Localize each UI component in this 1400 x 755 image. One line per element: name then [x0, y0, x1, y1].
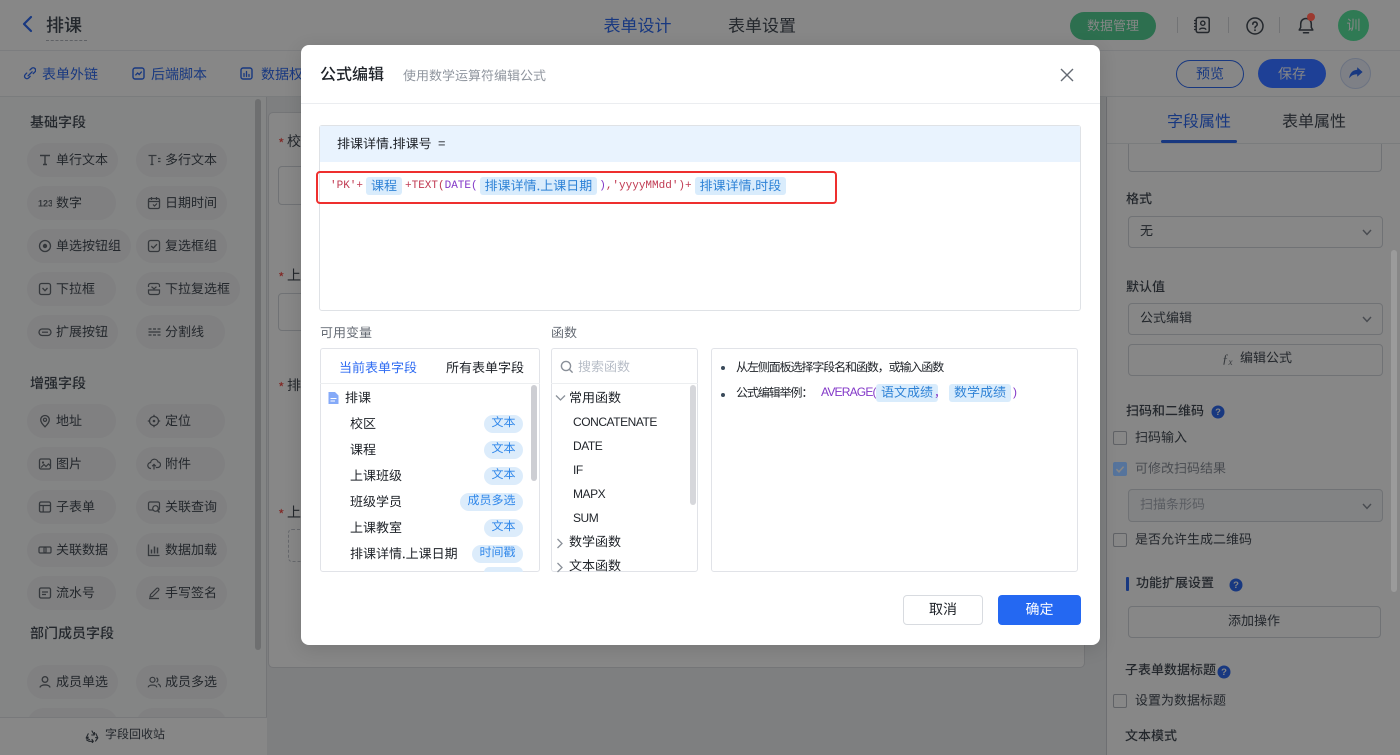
svg-text:?: ? — [1233, 580, 1239, 591]
svg-text:123: 123 — [38, 199, 52, 209]
svg-text:?: ? — [1215, 407, 1221, 418]
svg-text:?: ? — [1221, 667, 1227, 678]
